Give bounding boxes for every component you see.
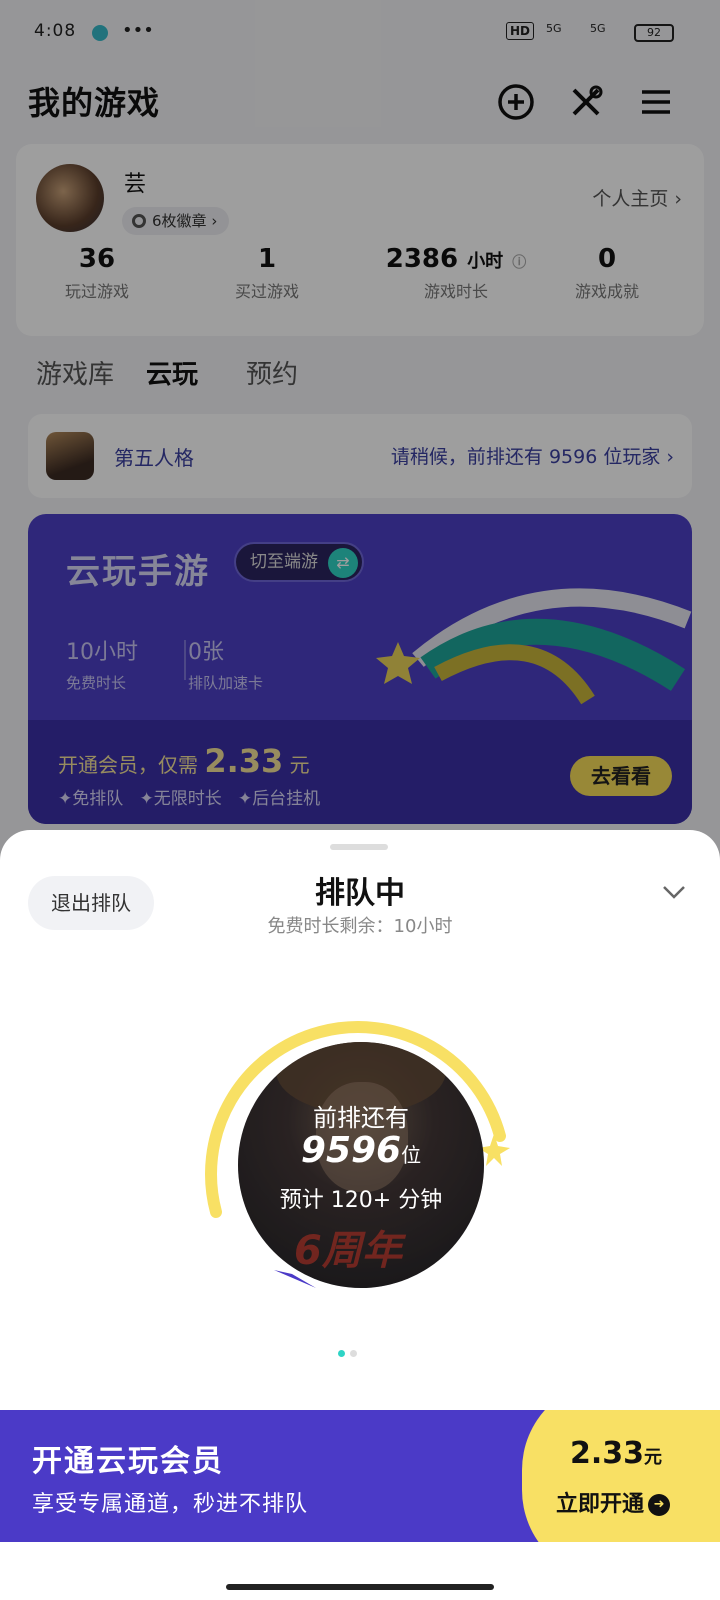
membership-price: 2.33元 — [570, 1436, 662, 1471]
membership-title: 开通云玩会员 — [32, 1444, 224, 1479]
queue-bottom-sheet: 退出排队 排队中 免费时长剩余：10小时 6周年 前排还有 9596位 预计 1… — [0, 830, 720, 1600]
home-indicator[interactable] — [226, 1584, 494, 1590]
membership-subtitle: 享受专属通道，秒进不排队 — [32, 1492, 309, 1517]
page-dot — [350, 1350, 357, 1357]
ahead-label: 前排还有 — [313, 1104, 409, 1132]
eta: 预计 120+ 分钟 — [279, 1188, 443, 1213]
ahead-count: 9596 — [300, 1130, 402, 1171]
drag-handle[interactable] — [330, 844, 388, 850]
membership-banner[interactable]: 开通云玩会员 享受专属通道，秒进不排队 2.33元 立即开通 ➜ — [0, 1410, 720, 1542]
cta-background — [522, 1410, 720, 1542]
price-unit: 元 — [644, 1447, 663, 1468]
chevron-down-icon[interactable] — [660, 878, 688, 906]
price-value: 2.33 — [570, 1436, 645, 1471]
queue-position: 9596位 — [238, 1130, 484, 1171]
free-time-remaining: 免费时长剩余：10小时 — [267, 916, 453, 937]
open-membership-button[interactable]: 立即开通 ➜ — [556, 1486, 671, 1518]
page-dot-active — [338, 1350, 345, 1357]
arrow-right-icon: ➜ — [648, 1494, 671, 1516]
game-cover-circle: 6周年 前排还有 9596位 预计 120+ 分钟 — [238, 1042, 484, 1288]
page-indicator — [338, 1342, 362, 1361]
ahead-unit: 位 — [401, 1143, 422, 1167]
open-label: 立即开通 — [556, 1492, 645, 1517]
sheet-title: 排队中 — [315, 876, 405, 911]
